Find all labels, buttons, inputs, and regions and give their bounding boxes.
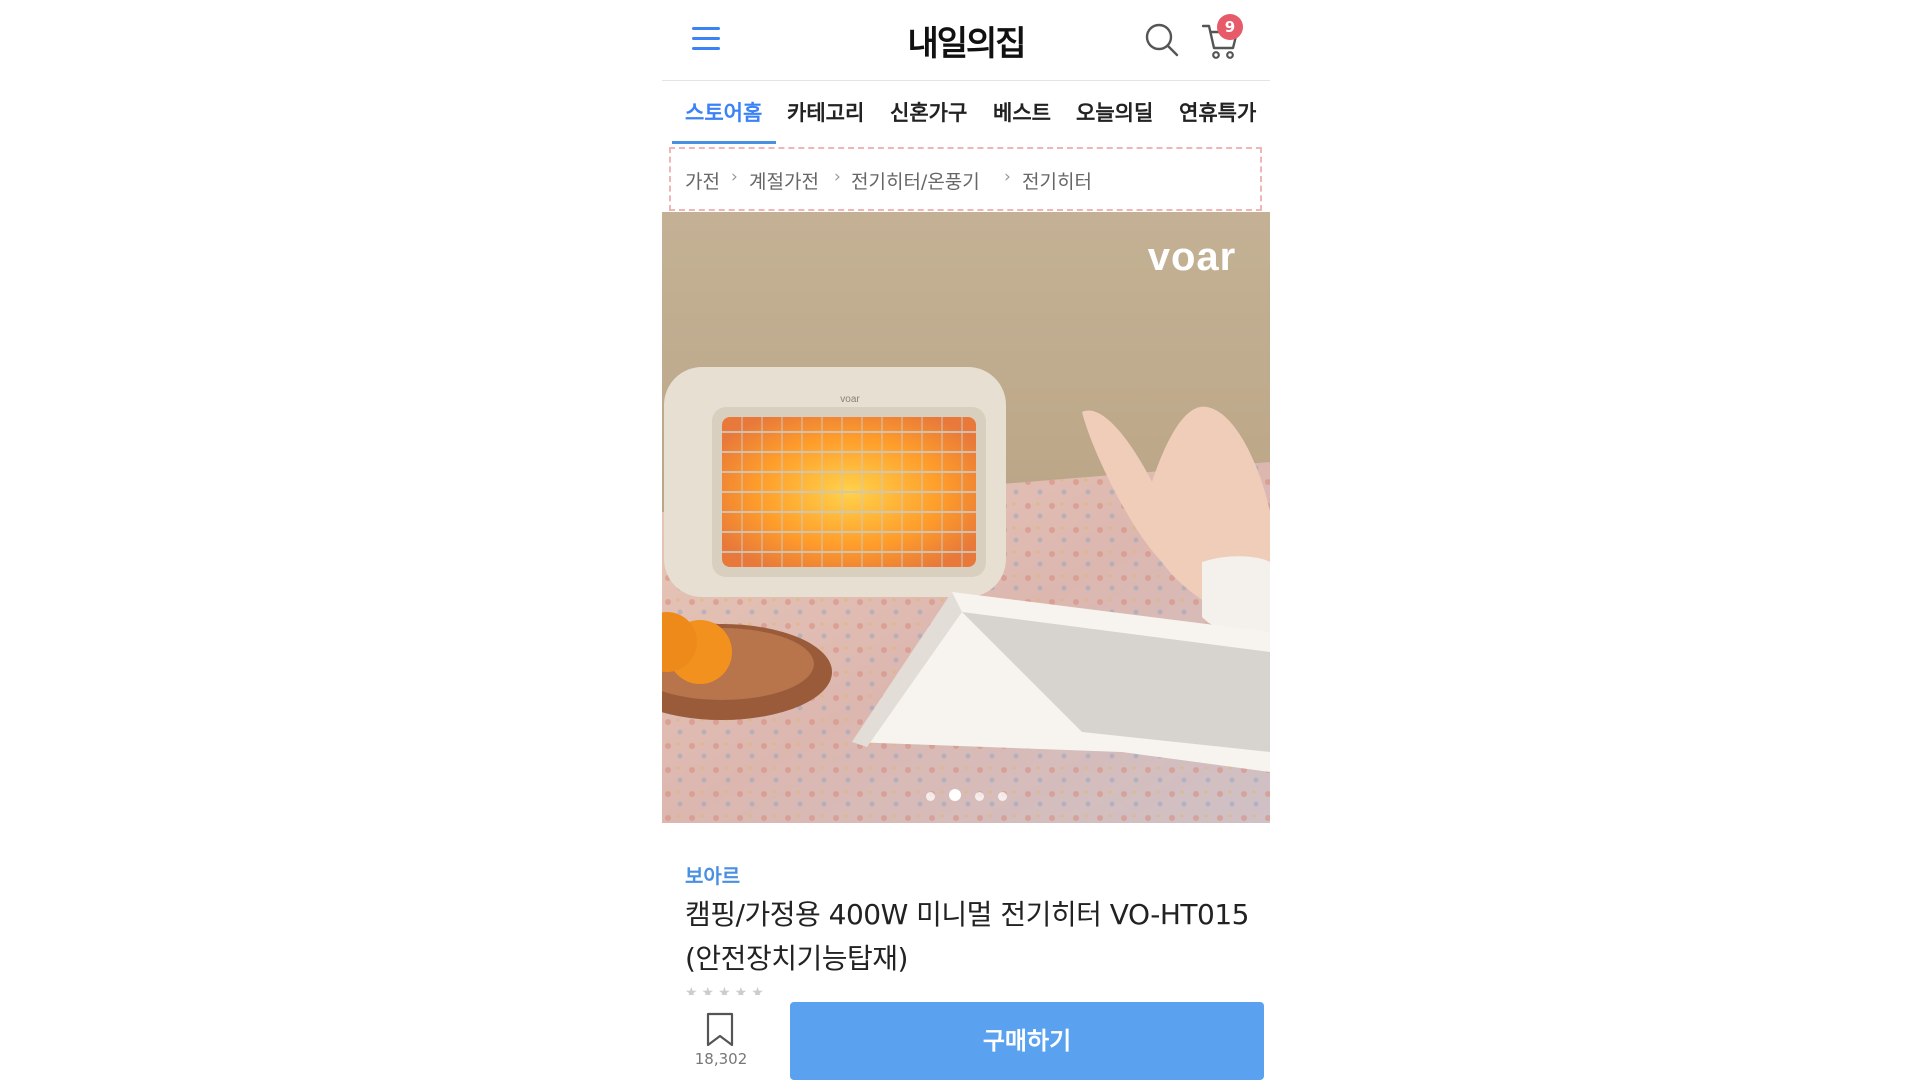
chevron-right-icon: › — [834, 167, 841, 187]
tab-todays-deal[interactable]: 오늘의딜 — [1076, 97, 1153, 127]
tab-store-home[interactable]: 스토어홈 — [685, 97, 762, 127]
carousel-dot[interactable] — [974, 792, 984, 801]
tab-best[interactable]: 베스트 — [993, 97, 1051, 127]
mobile-page: 내일의집 9 스토어홈 카테고리 신혼가구 베스트 오늘의딜 연휴특가 가전 ›… — [662, 0, 1270, 1080]
carousel-dot[interactable] — [925, 792, 935, 801]
buy-button[interactable]: 구매하기 — [790, 1002, 1264, 1080]
product-title-line1: 캠핑/가정용 400W 미니멀 전기히터 VO-HT015 — [685, 898, 1249, 931]
product-image-carousel[interactable]: voar voar — [662, 212, 1270, 823]
search-icon[interactable] — [1144, 22, 1180, 58]
carousel-dot-active[interactable] — [948, 789, 961, 801]
bookmark-count: 18,302 — [694, 1050, 748, 1068]
heater-brand-mark: voar — [840, 394, 860, 405]
product-title: 캠핑/가정용 400W 미니멀 전기히터 VO-HT015 (안전장치기능탑재) — [685, 893, 1255, 981]
breadcrumb-item[interactable]: 계절가전 — [749, 167, 819, 194]
carousel-dot[interactable] — [997, 792, 1007, 801]
breadcrumb: 가전 › 계절가전 › 전기히터/온풍기 › 전기히터 — [669, 147, 1262, 211]
header: 내일의집 9 — [662, 0, 1270, 81]
chevron-right-icon: › — [731, 167, 738, 187]
category-tabs: 스토어홈 카테고리 신혼가구 베스트 오늘의딜 연휴특가 — [662, 81, 1270, 145]
tab-holiday-sale[interactable]: 연휴특가 — [1179, 97, 1256, 127]
bookmark-icon — [706, 1012, 734, 1047]
tab-newlywed-furniture[interactable]: 신혼가구 — [890, 97, 967, 127]
product-brand[interactable]: 보아르 — [685, 860, 740, 889]
breadcrumb-item[interactable]: 전기히터/온풍기 — [851, 167, 980, 194]
carousel-dots — [662, 786, 1270, 805]
active-tab-indicator — [672, 141, 776, 144]
product-photo: voar voar — [662, 212, 1270, 823]
bottom-action-bar: 18,302 구매하기 — [662, 995, 1270, 1080]
tab-category[interactable]: 카테고리 — [787, 97, 864, 127]
brand-logo-voar: voar — [1148, 235, 1237, 279]
chevron-right-icon: › — [1004, 167, 1011, 187]
breadcrumb-item[interactable]: 가전 — [685, 167, 720, 194]
cart-count-badge: 9 — [1217, 14, 1243, 40]
breadcrumb-item: 전기히터 — [1022, 171, 1092, 193]
product-title-line2: (안전장치기능탑재) — [685, 942, 908, 975]
